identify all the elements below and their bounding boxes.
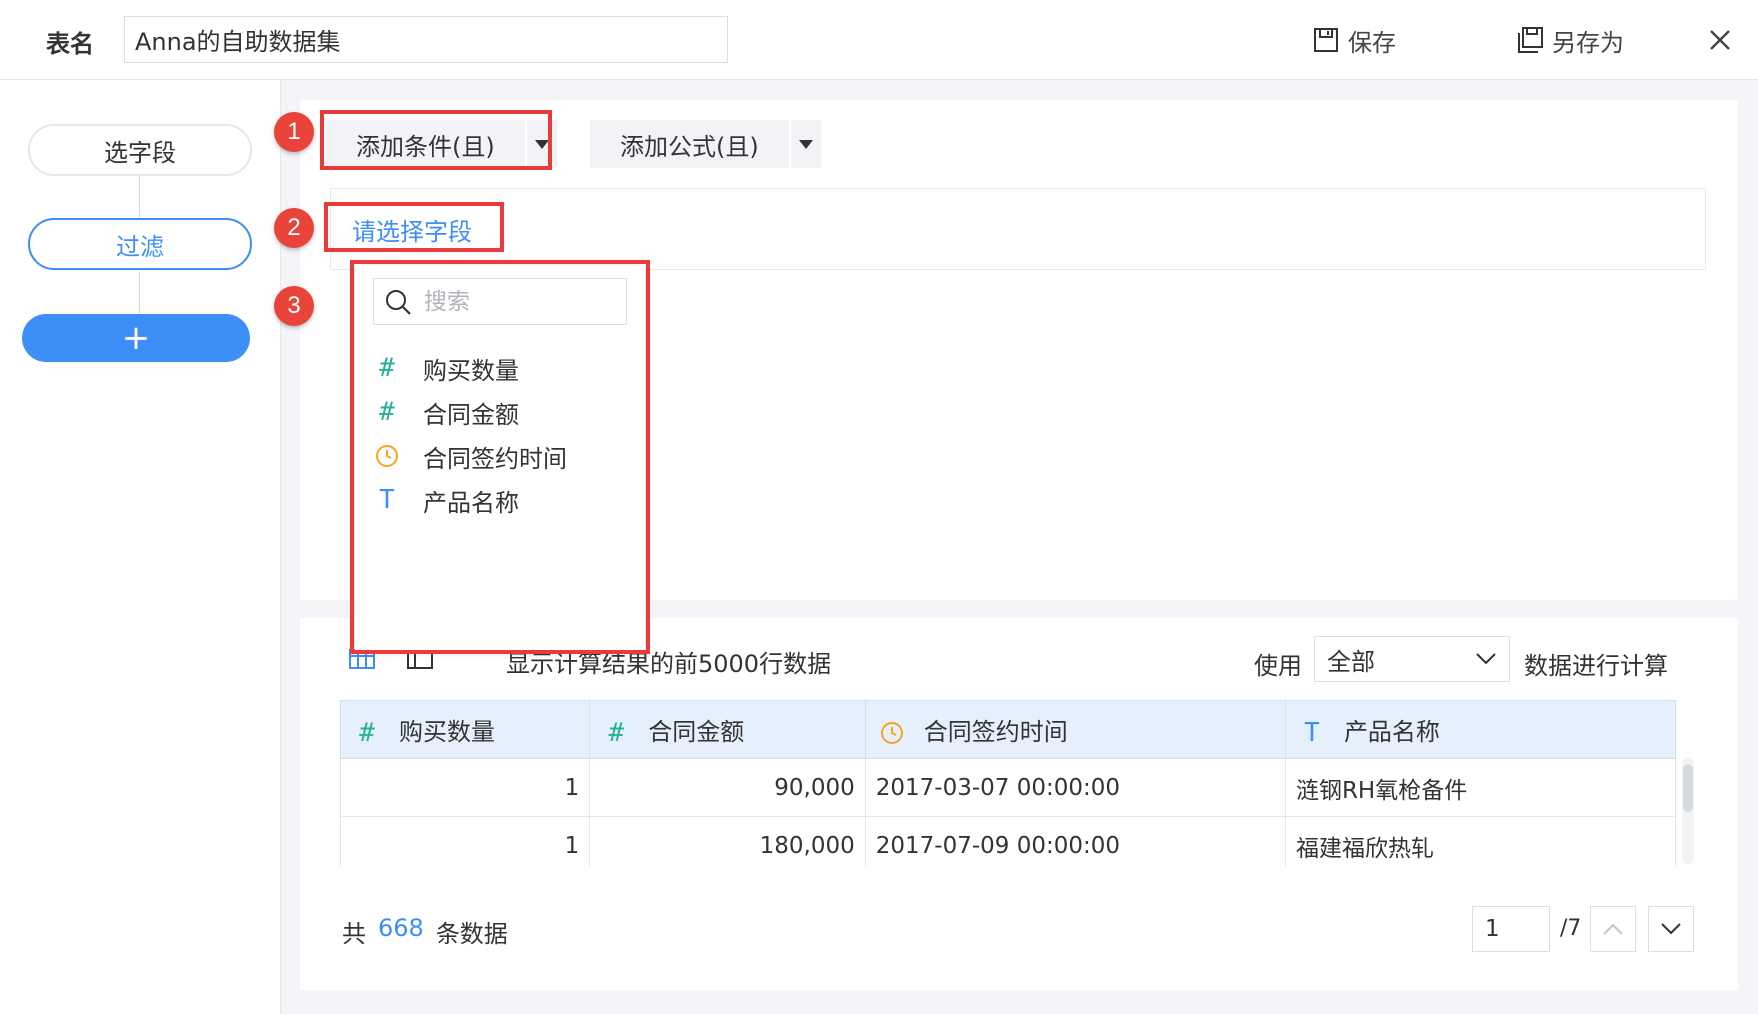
- table-cell: 2017-07-09 00:00:00: [864, 816, 1286, 866]
- chevron-down-icon: [1476, 653, 1496, 665]
- column-label: 购买数量: [399, 717, 495, 746]
- table-cell: 1: [340, 758, 591, 817]
- column-label: 产品名称: [1343, 717, 1440, 746]
- table-row: 1 90,000 2017-03-07 00:00:00 涟钢RH氧枪备件: [340, 758, 1677, 817]
- calc-scope-value: 全部: [1327, 647, 1375, 676]
- table-cell: 2017-03-07 00:00:00: [864, 758, 1286, 817]
- save-icon: [1314, 28, 1338, 52]
- table-cell: 福建福欣热轧: [1284, 816, 1677, 866]
- header-bar: 表名 保存 另存为: [0, 0, 1758, 80]
- total-prefix: 共: [342, 920, 366, 948]
- column-header[interactable]: 合同签约时间: [864, 700, 1286, 759]
- column-label: 合同签约时间: [923, 717, 1068, 746]
- caret-down-icon: [798, 139, 813, 149]
- page-total: /7: [1560, 916, 1582, 941]
- step-label: 选字段: [104, 138, 176, 167]
- column-header[interactable]: # 合同金额: [589, 700, 866, 759]
- add-step-button[interactable]: +: [22, 314, 250, 362]
- calc-scope-select[interactable]: 全部: [1314, 636, 1510, 682]
- column-header[interactable]: T 产品名称: [1284, 700, 1677, 759]
- preview-table: # 购买数量 # 合同金额 合同签约时间 T 产品名称 1 90,000 2017-0…: [340, 700, 1677, 866]
- table-cell: 90,000: [589, 758, 866, 817]
- total-number: 668: [378, 914, 424, 942]
- annotation-box-1: [320, 110, 552, 170]
- number-field-icon: #: [359, 717, 375, 748]
- calc-label: 数据进行计算: [1524, 652, 1668, 680]
- condition-box: [330, 188, 1706, 270]
- page-number-input[interactable]: [1472, 906, 1550, 952]
- table-name-input[interactable]: [124, 16, 728, 63]
- total-count: 共 668 条数据: [342, 914, 508, 949]
- save-as-label: 另存为: [1552, 28, 1624, 57]
- chevron-up-icon: [1603, 923, 1623, 935]
- annotation-badge-2: 2: [274, 208, 314, 248]
- total-suffix: 条数据: [435, 920, 508, 948]
- table-name-label: 表名: [46, 30, 94, 58]
- add-formula-dropdown[interactable]: [788, 120, 821, 168]
- table-row: 1 180,000 2017-07-09 00:00:00 福建福欣热轧: [340, 816, 1677, 866]
- column-header[interactable]: # 购买数量: [340, 700, 591, 759]
- annotation-box-3: [350, 260, 650, 654]
- add-formula-button[interactable]: 添加公式(且): [590, 120, 821, 168]
- table-header-row: # 购买数量 # 合同金额 合同签约时间 T 产品名称: [340, 700, 1677, 759]
- preview-table-wrapper: # 购买数量 # 合同金额 合同签约时间 T 产品名称 1 90,000 2017-0…: [340, 700, 1690, 866]
- save-label: 保存: [1348, 28, 1396, 57]
- column-label: 合同金额: [648, 717, 745, 746]
- next-page-button[interactable]: [1648, 906, 1694, 952]
- save-button[interactable]: 保存: [1312, 20, 1396, 60]
- step-filter[interactable]: 过滤: [28, 218, 252, 270]
- annotation-badge-1: 1: [274, 112, 314, 152]
- table-cell: 180,000: [589, 816, 866, 866]
- use-label: 使用: [1254, 652, 1302, 680]
- table-scrollbar-thumb[interactable]: [1683, 764, 1693, 812]
- add-formula-label: 添加公式(且): [620, 132, 759, 161]
- table-cell: 1: [340, 816, 591, 866]
- close-icon[interactable]: [1704, 24, 1736, 56]
- step-connector: [139, 176, 140, 218]
- text-field-icon: T: [1304, 717, 1320, 748]
- prev-page-button[interactable]: [1590, 906, 1636, 952]
- step-select-fields[interactable]: 选字段: [28, 124, 252, 176]
- step-connector: [139, 272, 140, 314]
- save-as-icon: [1518, 27, 1543, 53]
- table-cell: 涟钢RH氧枪备件: [1284, 758, 1677, 817]
- number-field-icon: #: [608, 717, 625, 748]
- annotation-box-2: [324, 202, 504, 252]
- annotation-badge-3: 3: [274, 286, 314, 326]
- chevron-down-icon: [1661, 923, 1681, 935]
- step-label: 过滤: [116, 232, 164, 261]
- clock-icon: [878, 718, 906, 748]
- save-as-button[interactable]: 另存为: [1516, 20, 1624, 60]
